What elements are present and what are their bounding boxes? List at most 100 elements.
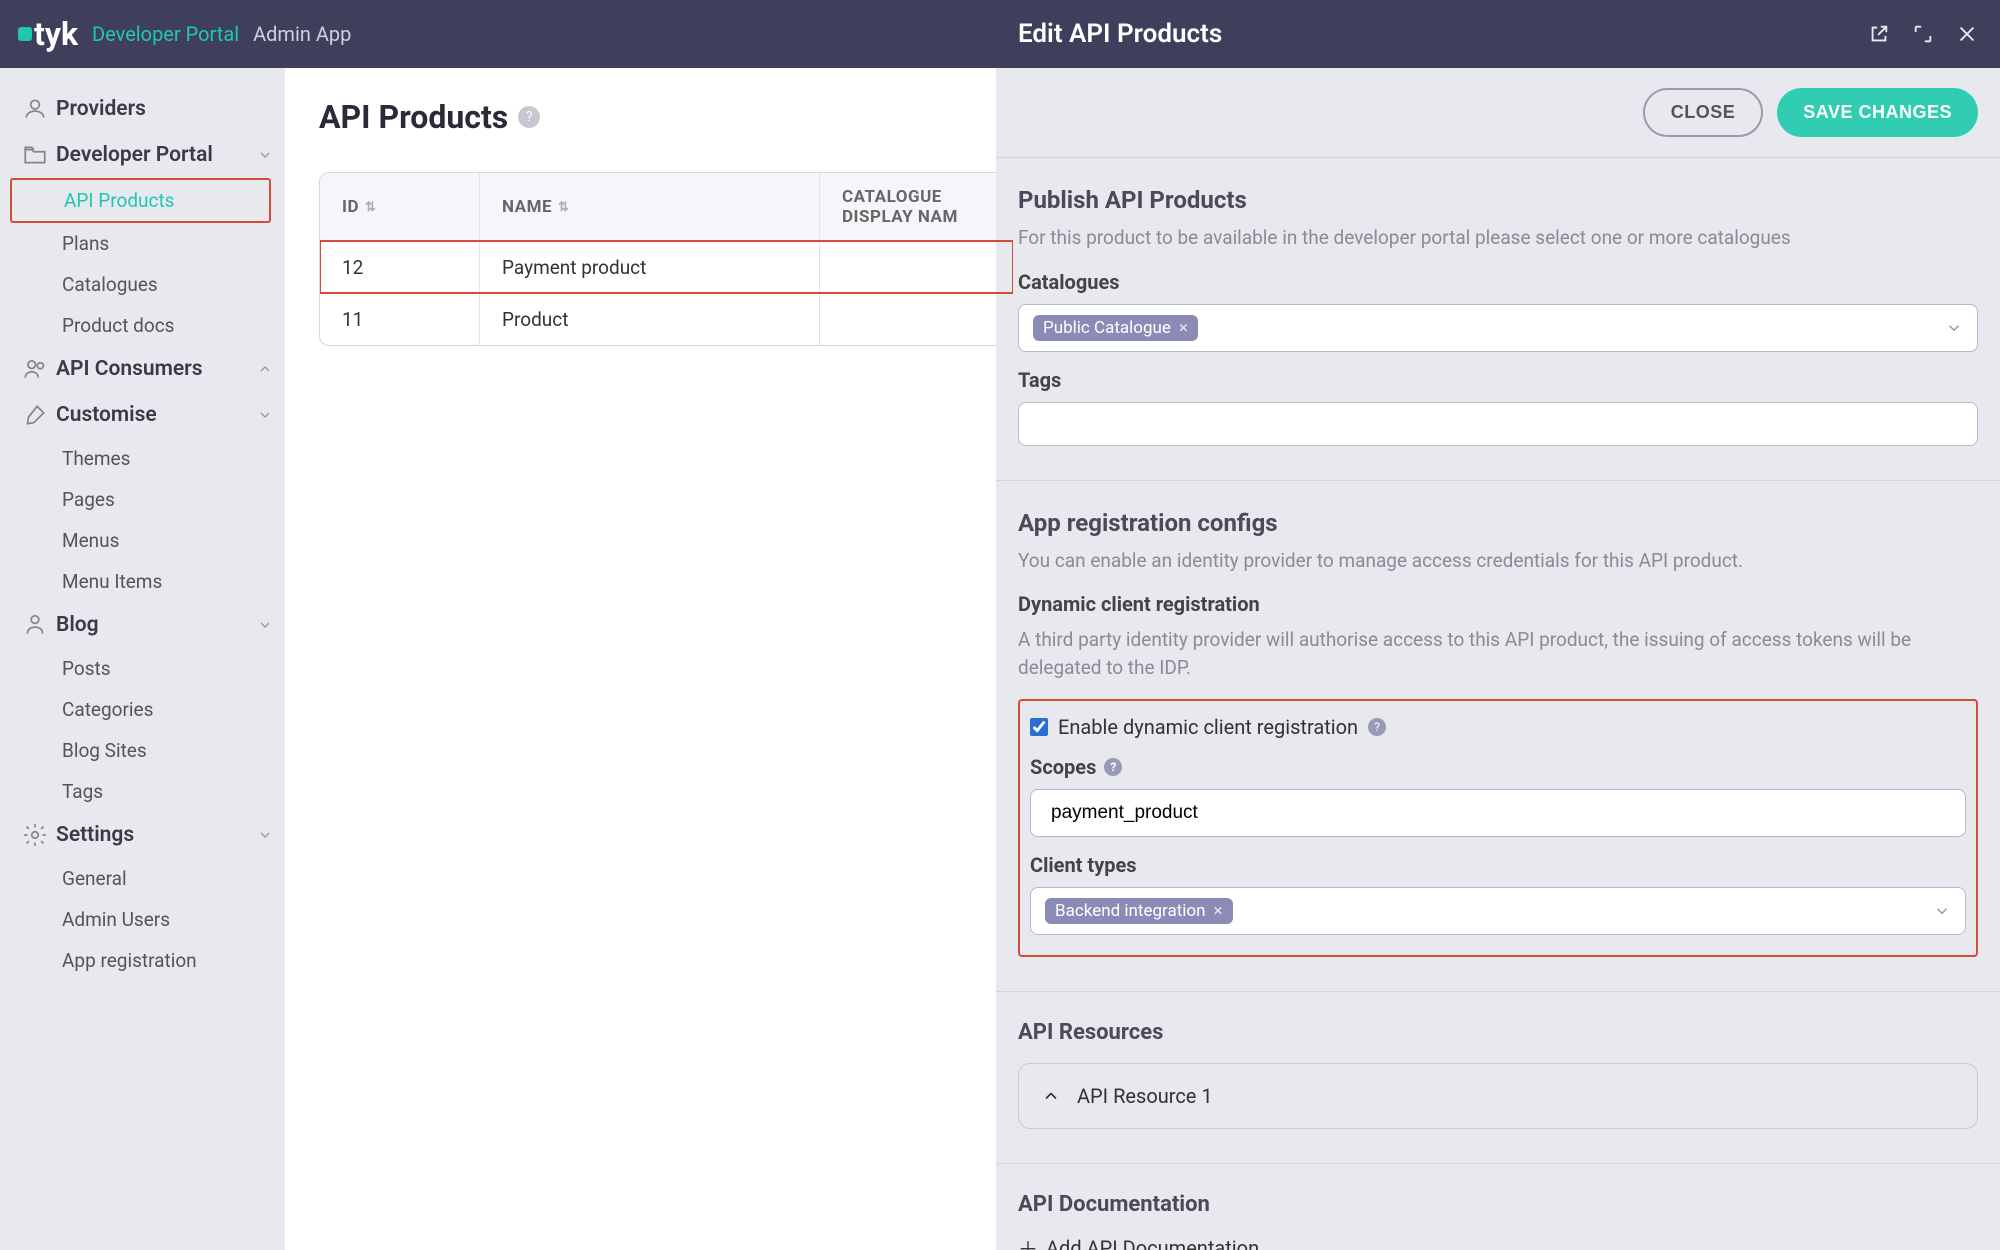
- help-icon[interactable]: ?: [1104, 758, 1122, 776]
- table-row[interactable]: 12 Payment product: [320, 241, 1013, 293]
- drawer-title: Edit API Products: [1018, 19, 1222, 49]
- drawer-toolbar: CLOSE SAVE CHANGES: [996, 68, 2000, 158]
- sidebar-item-api-products[interactable]: API Products: [10, 178, 271, 223]
- api-resource-item[interactable]: API Resource 1: [1018, 1063, 1978, 1129]
- th-id[interactable]: ID⇅: [320, 173, 480, 241]
- sidebar-item-product-docs[interactable]: Product docs: [10, 305, 285, 346]
- sidebar-sub-label: Posts: [62, 657, 111, 680]
- sidebar-item-plans[interactable]: Plans: [10, 223, 285, 264]
- sidebar-sub-label: Tags: [62, 780, 103, 803]
- sidebar-item-api-consumers[interactable]: API Consumers: [10, 346, 285, 392]
- plus-icon: ＋: [1018, 1233, 1038, 1250]
- cell-catalogue: [820, 242, 1014, 293]
- sidebar-item-menu-items[interactable]: Menu Items: [10, 561, 285, 602]
- remove-chip-icon[interactable]: ×: [1214, 901, 1223, 921]
- th-label: CATALOGUE DISPLAY NAM: [842, 187, 993, 227]
- th-catalogue[interactable]: CATALOGUE DISPLAY NAM: [820, 173, 1014, 241]
- save-changes-button[interactable]: SAVE CHANGES: [1777, 88, 1978, 137]
- catalogues-label: Catalogues: [1018, 270, 1978, 294]
- add-api-documentation-link[interactable]: ＋ Add API Documentation: [1018, 1233, 1978, 1250]
- dcr-desc: A third party identity provider will aut…: [1018, 626, 1978, 681]
- sidebar-sub-label: Menu Items: [62, 570, 162, 593]
- cell-name: Payment product: [480, 242, 820, 293]
- sidebar-item-settings[interactable]: Settings: [10, 812, 285, 858]
- section-title: App registration configs: [1018, 509, 1978, 537]
- section-api-resources: API Resources API Resource 1: [996, 992, 2000, 1164]
- enable-dcr-checkbox[interactable]: [1030, 718, 1048, 736]
- sidebar-sub-label: Blog Sites: [62, 739, 147, 762]
- brand-sub: Developer Portal: [92, 22, 239, 46]
- chip-label: Public Catalogue: [1043, 318, 1171, 338]
- folder-icon: [22, 142, 48, 168]
- sidebar-item-general[interactable]: General: [10, 858, 285, 899]
- sidebar-label: Blog: [56, 613, 99, 637]
- scopes-label-row: Scopes ?: [1030, 755, 1966, 779]
- gear-icon: [22, 822, 48, 848]
- sidebar-item-admin-users[interactable]: Admin Users: [10, 899, 285, 940]
- help-icon[interactable]: ?: [518, 106, 540, 128]
- sidebar-label: Developer Portal: [56, 143, 213, 167]
- external-link-icon[interactable]: [1868, 23, 1890, 45]
- cell-name: Product: [480, 294, 820, 345]
- drawer-body[interactable]: Publish API Products For this product to…: [996, 158, 2000, 1250]
- sidebar-sub-label: Menus: [62, 529, 119, 552]
- table-row[interactable]: 11 Product: [320, 293, 1013, 345]
- sidebar-item-themes[interactable]: Themes: [10, 438, 285, 479]
- sort-icon: ⇅: [365, 200, 376, 215]
- sidebar-sub-label: App registration: [62, 949, 197, 972]
- drawer-content: CLOSE SAVE CHANGES Publish API Products …: [996, 68, 2000, 1250]
- client-types-select[interactable]: Backend integration ×: [1030, 887, 1966, 935]
- sidebar-label: Customise: [56, 403, 157, 427]
- sidebar-item-menus[interactable]: Menus: [10, 520, 285, 561]
- sidebar-item-blog-sites[interactable]: Blog Sites: [10, 730, 285, 771]
- sidebar-item-app-registration[interactable]: App registration: [10, 940, 285, 981]
- section-publish: Publish API Products For this product to…: [996, 158, 2000, 481]
- expand-icon[interactable]: [1912, 23, 1934, 45]
- sidebar-item-blog[interactable]: Blog: [10, 602, 285, 648]
- chevron-up-icon: [257, 361, 273, 377]
- sidebar-sub-label: Categories: [62, 698, 153, 721]
- sidebar-item-pages[interactable]: Pages: [10, 479, 285, 520]
- chevron-down-icon: [1933, 902, 1951, 920]
- close-button[interactable]: CLOSE: [1643, 88, 1764, 137]
- dcr-label: Dynamic client registration: [1018, 592, 1978, 616]
- sidebar-sub-label: API Products: [64, 189, 175, 212]
- catalogue-chip: Public Catalogue ×: [1033, 315, 1198, 341]
- drawer-header: Edit API Products: [996, 0, 2000, 68]
- api-resource-label: API Resource 1: [1077, 1084, 1213, 1108]
- blog-icon: [22, 612, 48, 638]
- sidebar-item-posts[interactable]: Posts: [10, 648, 285, 689]
- sidebar-item-tags[interactable]: Tags: [10, 771, 285, 812]
- remove-chip-icon[interactable]: ×: [1179, 318, 1188, 338]
- catalogues-select[interactable]: Public Catalogue ×: [1018, 304, 1978, 352]
- sidebar-sub-label: Themes: [62, 447, 130, 470]
- sidebar-item-catalogues[interactable]: Catalogues: [10, 264, 285, 305]
- drawer-header-actions: [1868, 23, 1978, 45]
- products-table: ID⇅ NAME⇅ CATALOGUE DISPLAY NAM 12 Payme…: [319, 172, 1014, 346]
- sidebar-item-providers[interactable]: Providers: [10, 86, 285, 132]
- section-desc: You can enable an identity provider to m…: [1018, 547, 1978, 575]
- th-name[interactable]: NAME⇅: [480, 173, 820, 241]
- sidebar-item-developer-portal[interactable]: Developer Portal: [10, 132, 285, 178]
- edit-drawer: Edit API Products CLOSE SAVE CHANGES Pub…: [996, 0, 2000, 1250]
- tags-input[interactable]: [1018, 402, 1978, 446]
- cell-id: 12: [320, 242, 480, 293]
- users-icon: [22, 356, 48, 382]
- section-title: Publish API Products: [1018, 186, 1978, 214]
- user-icon: [22, 96, 48, 122]
- sidebar-item-customise[interactable]: Customise: [10, 392, 285, 438]
- dcr-highlight-box: Enable dynamic client registration ? Sco…: [1018, 699, 1978, 957]
- sidebar-sub-label: Pages: [62, 488, 115, 511]
- section-api-documentation: API Documentation ＋ Add API Documentatio…: [996, 1164, 2000, 1250]
- table-header-row: ID⇅ NAME⇅ CATALOGUE DISPLAY NAM: [320, 173, 1013, 241]
- section-title: API Documentation: [1018, 1192, 1978, 1217]
- scopes-label: Scopes: [1030, 755, 1096, 779]
- sidebar-item-categories[interactable]: Categories: [10, 689, 285, 730]
- help-icon[interactable]: ?: [1368, 718, 1386, 736]
- chip-label: Backend integration: [1055, 901, 1206, 921]
- section-app-registration: App registration configs You can enable …: [996, 481, 2000, 993]
- sidebar: Providers Developer Portal API Products …: [0, 68, 285, 1250]
- chevron-down-icon: [257, 147, 273, 163]
- scopes-input[interactable]: [1030, 789, 1966, 837]
- close-icon[interactable]: [1956, 23, 1978, 45]
